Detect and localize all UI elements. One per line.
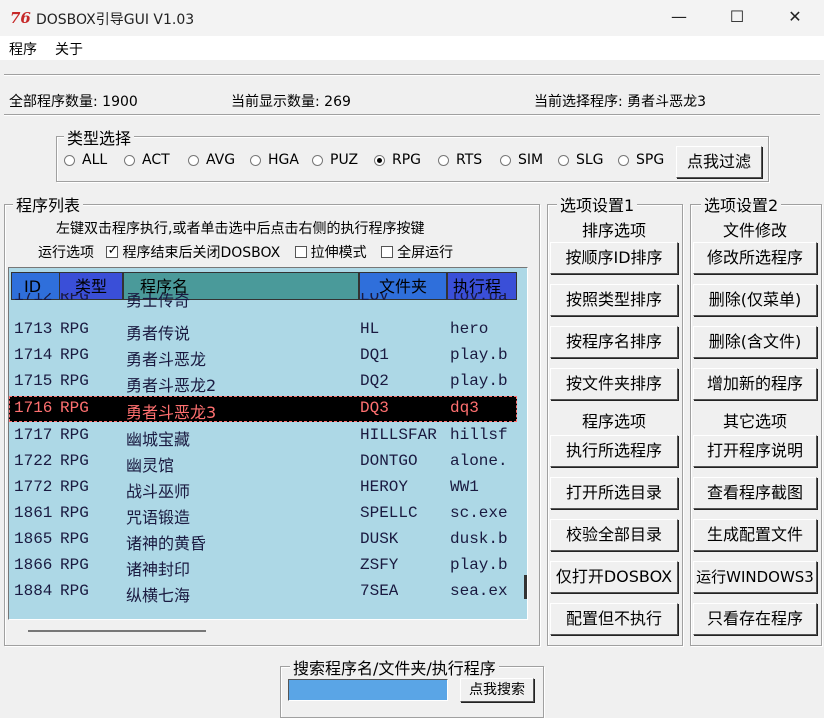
program-options-label: 程序选项: [581, 412, 646, 431]
list-row[interactable]: 1712 RPG 勇士传奇 LOV lov.ba: [12, 293, 512, 313]
file-modify-label: 文件修改: [722, 221, 787, 240]
list-row[interactable]: 1715 RPG 勇者斗恶龙2 DQ2 play.b: [12, 369, 512, 395]
separator: [4, 114, 820, 116]
minimize-button[interactable]: —: [650, 0, 708, 36]
program-listbox[interactable]: ID 类型 程序名 文件夹 执行程 1712 RPG 勇士传奇 LOV lov.ba 1…: [8, 267, 528, 620]
generate-config-button[interactable]: 生成配置文件: [693, 519, 817, 551]
radio-hga[interactable]: HGA: [250, 150, 299, 170]
menu-program[interactable]: 程序: [9, 39, 37, 59]
delete-menu-only-button[interactable]: 删除(仅菜单): [693, 284, 817, 316]
radio-rpg[interactable]: RPG: [374, 150, 421, 170]
horizontal-scrollbar[interactable]: [28, 630, 206, 632]
menu-bar: 程序 关于: [0, 36, 824, 60]
title-bar: 76 DOSBOX引导GUI V1.03 — ☐ ✕: [0, 0, 824, 36]
radio-slg[interactable]: SLG: [558, 150, 604, 170]
sort-by-type-button[interactable]: 按照类型排序: [550, 284, 678, 316]
search-input[interactable]: [288, 679, 448, 701]
list-row[interactable]: 1713 RPG 勇者传说 HL hero: [12, 317, 512, 343]
radio-spg[interactable]: SPG: [618, 150, 664, 170]
list-row[interactable]: 1884 RPG 纵横七海 7SEA sea.ex: [12, 579, 512, 605]
list-hint: 左键双击程序执行,或者单击选中后点击右侧的执行程序按键: [56, 221, 425, 237]
list-row[interactable]: 1866 RPG 诸神封印 ZSFY play.b: [12, 553, 512, 579]
sort-options-label: 排序选项: [581, 221, 646, 240]
radio-act[interactable]: ACT: [124, 150, 170, 170]
stretch-mode-checkbox[interactable]: 拉伸模式: [294, 245, 367, 261]
options1-legend: 选项设置1: [557, 192, 638, 216]
search-button[interactable]: 点我搜索: [460, 678, 534, 702]
list-row[interactable]: 1717 RPG 幽城宝藏 HILLSFAR hillsf: [12, 423, 512, 449]
open-dosbox-button[interactable]: 仅打开DOSBOX: [550, 561, 678, 593]
run-selected-button[interactable]: 执行所选程序: [550, 435, 678, 467]
search-legend: 搜索程序名/文件夹/执行程序: [290, 655, 499, 679]
view-screenshot-button[interactable]: 查看程序截图: [693, 477, 817, 509]
app-icon: 76: [10, 9, 31, 27]
vertical-scrollbar[interactable]: [524, 575, 527, 599]
list-row[interactable]: 1714 RPG 勇者斗恶龙 DQ1 play.b: [12, 343, 512, 369]
window-title: DOSBOX引导GUI V1.03: [36, 12, 195, 28]
verify-folders-button[interactable]: 校验全部目录: [550, 519, 678, 551]
sort-by-name-button[interactable]: 按程序名排序: [550, 326, 678, 358]
sort-by-folder-button[interactable]: 按文件夹排序: [550, 368, 678, 400]
run-options: 运行选项 程序结束后关闭DOSBOX 拉伸模式 全屏运行: [38, 242, 453, 262]
show-existing-button[interactable]: 只看存在程序: [693, 603, 817, 635]
type-filter-legend: 类型选择: [64, 125, 135, 149]
delete-with-files-button[interactable]: 删除(含文件): [693, 326, 817, 358]
list-row[interactable]: 1722 RPG 幽灵馆 DONTGO alone.: [12, 449, 512, 475]
radio-all[interactable]: ALL: [64, 150, 107, 170]
edit-program-button[interactable]: 修改所选程序: [693, 242, 817, 274]
list-row[interactable]: 1865 RPG 诸神的黄昏 DUSK dusk.b: [12, 527, 512, 553]
list-row[interactable]: 1772 RPG 战斗巫师 HEROY WW1: [12, 475, 512, 501]
close-button[interactable]: ✕: [766, 0, 824, 36]
add-program-button[interactable]: 增加新的程序: [693, 368, 817, 400]
radio-avg[interactable]: AVG: [188, 150, 235, 170]
radio-puz[interactable]: PUZ: [312, 150, 358, 170]
total-count: 全部程序数量: 1900: [9, 94, 138, 110]
radio-sim[interactable]: SIM: [500, 150, 543, 170]
filter-button[interactable]: 点我过滤: [676, 146, 762, 178]
list-row-selected[interactable]: 1716 RPG 勇者斗恶龙3 DQ3 dq3: [9, 396, 517, 422]
sort-by-id-button[interactable]: 按顺序ID排序: [550, 242, 678, 274]
shown-count: 当前显示数量: 269: [231, 94, 351, 110]
program-list-legend: 程序列表: [13, 192, 84, 216]
maximize-button[interactable]: ☐: [708, 0, 766, 36]
fullscreen-checkbox[interactable]: 全屏运行: [381, 245, 453, 261]
close-dosbox-checkbox[interactable]: 程序结束后关闭DOSBOX: [106, 243, 280, 261]
menu-about[interactable]: 关于: [55, 39, 83, 59]
separator: [4, 74, 820, 76]
options2-legend: 选项设置2: [701, 192, 782, 216]
list-row[interactable]: 1861 RPG 咒语锻造 SPELLC sc.exe: [12, 501, 512, 527]
radio-rts[interactable]: RTS: [438, 150, 482, 170]
run-windows3-button[interactable]: 运行WINDOWS3: [693, 561, 817, 593]
selected-program: 当前选择程序: 勇者斗恶龙3: [534, 94, 707, 110]
open-readme-button[interactable]: 打开程序说明: [693, 435, 817, 467]
other-options-label: 其它选项: [722, 412, 787, 431]
open-folder-button[interactable]: 打开所选目录: [550, 477, 678, 509]
configure-only-button[interactable]: 配置但不执行: [550, 603, 678, 635]
